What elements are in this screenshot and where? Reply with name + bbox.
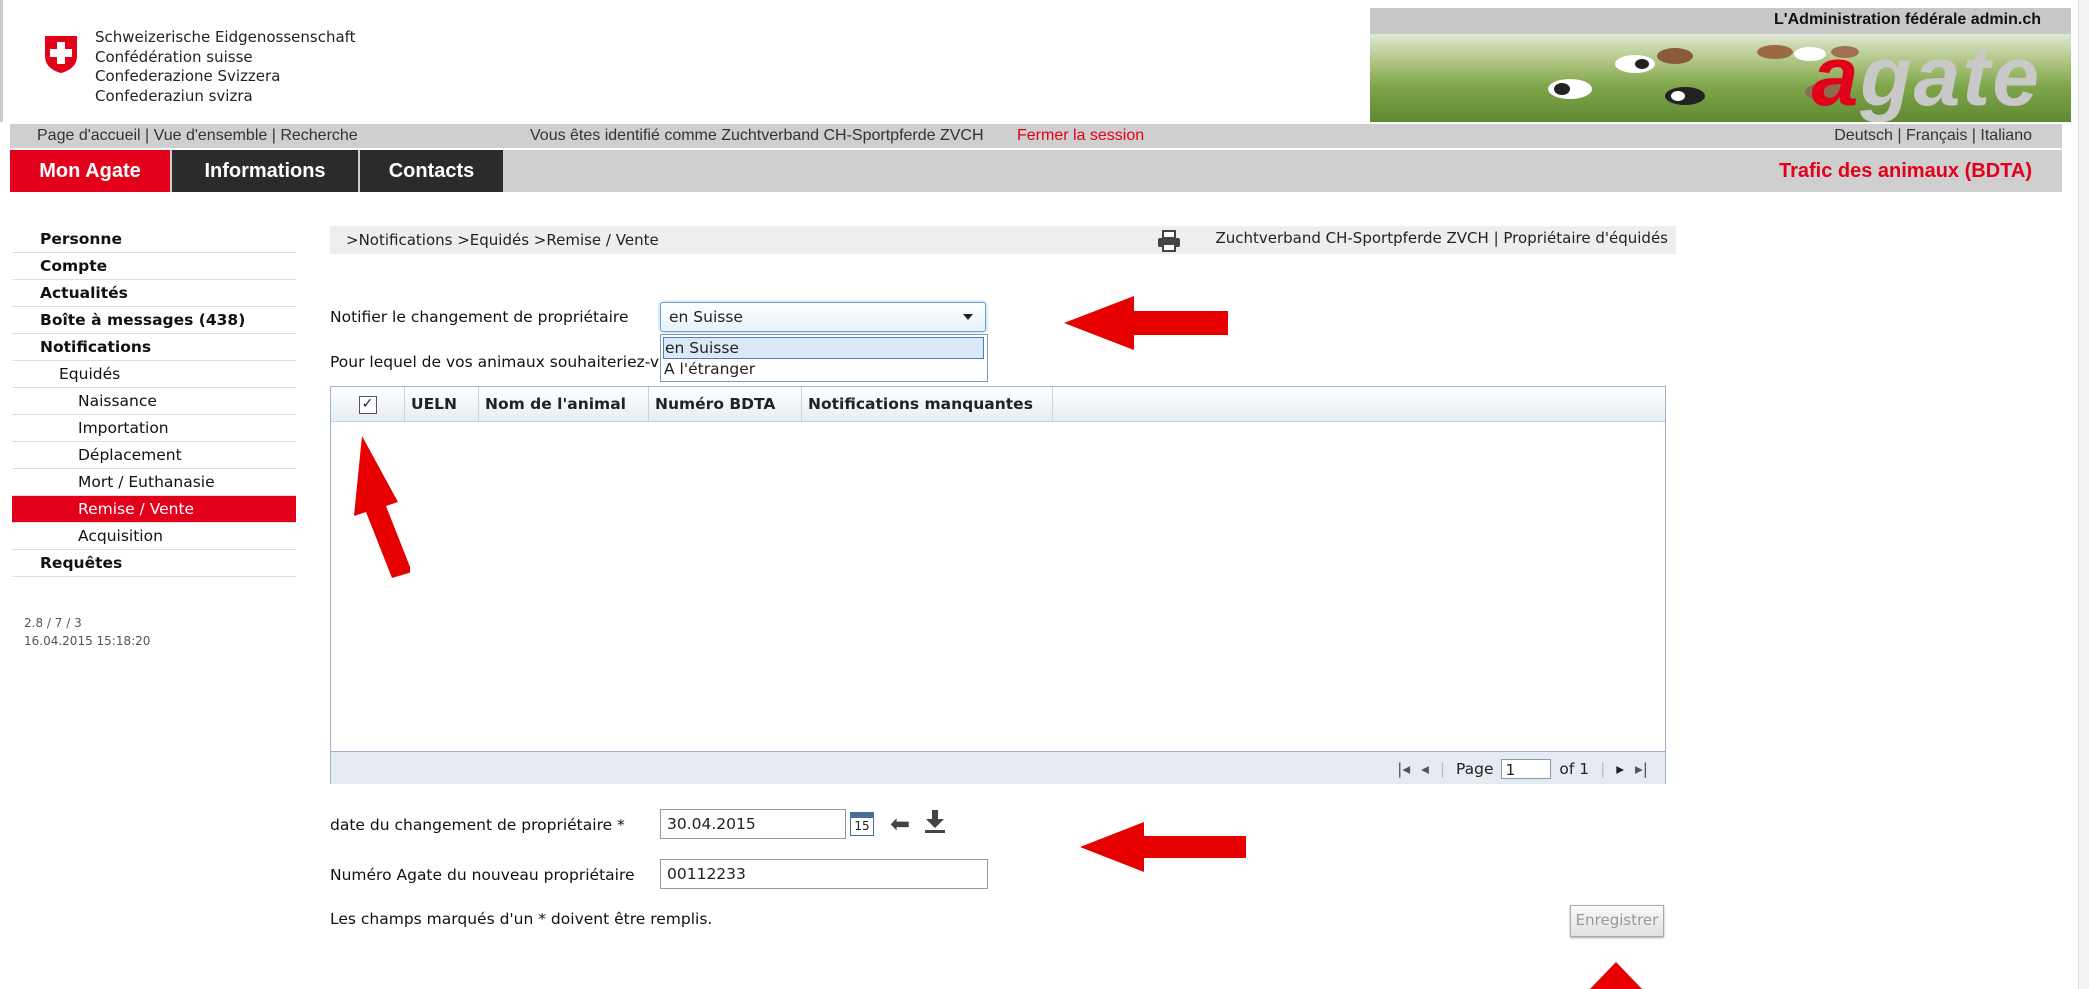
grid-header: ✓ UELN Nom de l'animal Numéro BDTA Notif… [331, 387, 1665, 422]
required-note: Les champs marqués d'un * doivent être r… [330, 910, 713, 928]
chevron-down-icon [963, 314, 973, 320]
sidebar-item-deplacement[interactable]: Déplacement [12, 442, 296, 469]
owner-info: Zuchtverband CH-Sportpferde ZVCH | Propr… [1215, 229, 1668, 247]
sidebar-item-remise-vente[interactable]: Remise / Vente [12, 496, 296, 523]
sidebar-item-requetes[interactable]: Requêtes [12, 550, 296, 577]
admin-link[interactable]: L'Administration fédérale admin.ch [1774, 11, 2041, 29]
column-animal-name[interactable]: Nom de l'animal [479, 387, 649, 421]
destination-select[interactable]: en Suisse [660, 302, 986, 332]
page-header: Schweizerische Eidgenossenschaft Confédé… [0, 0, 2073, 122]
column-missing-notifications-label: Notifications manquantes [802, 387, 1053, 421]
sidebar-item-notifications[interactable]: Notifications [12, 334, 296, 361]
quick-links: Page d'accueil | Vue d'ensemble | Recher… [37, 127, 358, 144]
page-label: Page [1456, 759, 1494, 778]
lang-fr-link[interactable]: Français [1906, 127, 1967, 144]
option-etranger[interactable]: A l'étranger [664, 359, 755, 379]
pager-controls: |◂ ◂ | Page 1 of 1 | ▸ ▸| [1394, 757, 1651, 779]
next-page-icon[interactable]: ▸ [1616, 758, 1624, 780]
animals-grid: ✓ UELN Nom de l'animal Numéro BDTA Notif… [330, 386, 1666, 784]
notify-label: Notifier le changement de propriétaire [330, 308, 629, 326]
top-navigation: Page d'accueil | Vue d'ensemble | Recher… [10, 124, 2062, 148]
column-missing-notifications[interactable]: Notifications manquantes [802, 387, 1374, 421]
agate-number-label: Numéro Agate du nouveau propriétaire [330, 866, 635, 884]
fed-name-rm: Confederaziun svizra [95, 86, 253, 105]
annotation-arrow-left-icon [1064, 296, 1228, 350]
printer-icon[interactable] [1156, 230, 1182, 252]
sidebar-item-personne[interactable]: Personne [12, 226, 296, 253]
annotation-arrow-up-icon [354, 436, 410, 578]
agate-logo-rest: gate [1860, 34, 2041, 122]
sidebar-item-messages[interactable]: Boîte à messages (438) [12, 307, 296, 334]
sidebar-item-naissance[interactable]: Naissance [12, 388, 296, 415]
cows-banner-image: agate [1370, 34, 2071, 122]
lang-de-link[interactable]: Deutsch [1834, 127, 1893, 144]
tab-contacts[interactable]: Contacts [360, 150, 503, 192]
identity-text: Vous êtes identifié comme Zuchtverband C… [530, 127, 984, 144]
download-icon[interactable] [924, 810, 946, 834]
breadcrumb-bar: >Notifications >Equidés >Remise / Vente … [330, 226, 1676, 254]
swiss-cross-icon [45, 36, 77, 73]
logout-link[interactable]: Fermer la session [1017, 127, 1144, 145]
section-title: Trafic des animaux (BDTA) [1778, 160, 2032, 182]
sidebar-menu: Personne Compte Actualités Boîte à messa… [12, 226, 296, 577]
fed-name-de: Schweizerische Eidgenossenschaft [95, 28, 356, 46]
column-ueln[interactable]: UELN [405, 387, 479, 421]
agate-logo-a: a [1811, 34, 1861, 122]
arrow-left-icon[interactable]: ⬅ [890, 812, 910, 836]
select-all-checkbox[interactable]: ✓ [358, 395, 377, 414]
select-all-column: ✓ [331, 387, 405, 421]
grid-pager: |◂ ◂ | Page 1 of 1 | ▸ ▸| [331, 751, 1665, 784]
breadcrumb: >Notifications >Equidés >Remise / Vente [346, 231, 659, 249]
agate-number-input[interactable]: 00112233 [660, 859, 988, 889]
sidebar-item-acquisition[interactable]: Acquisition [12, 523, 296, 550]
home-link[interactable]: Page d'accueil [37, 127, 141, 144]
first-page-icon[interactable]: |◂ [1397, 758, 1410, 780]
tab-mon-agate[interactable]: Mon Agate [10, 150, 170, 192]
date-input[interactable]: 30.04.2015 [660, 809, 846, 839]
page-scrollbar[interactable] [2078, 0, 2089, 989]
admin-bar: L'Administration fédérale admin.ch [1370, 8, 2071, 34]
search-link[interactable]: Recherche [280, 127, 357, 144]
fed-name-fr: Confédération suisse [95, 47, 253, 66]
tab-informations[interactable]: Informations [172, 150, 358, 192]
language-switcher: Deutsch | Français | Italiano [1834, 127, 2032, 144]
option-en-suisse[interactable]: en Suisse [663, 337, 984, 359]
column-bdta-number[interactable]: Numéro BDTA [649, 387, 802, 421]
version-info: 2.8 / 7 / 3 16.04.2015 15:18:20 [24, 614, 150, 650]
sidebar-item-actualites[interactable]: Actualités [12, 280, 296, 307]
date-label: date du changement de propriétaire * [330, 816, 625, 834]
calendar-icon[interactable]: 15 [850, 812, 874, 836]
last-page-icon[interactable]: ▸| [1635, 758, 1648, 780]
animals-question: Pour lequel de vos animaux souhaiteriez-… [330, 353, 669, 371]
federation-names: Schweizerische Eidgenossenschaft Confédé… [95, 28, 356, 106]
version-timestamp: 16.04.2015 15:18:20 [24, 634, 151, 648]
destination-dropdown: en Suisse A l'étranger [660, 334, 988, 382]
page-of-label: of 1 [1559, 759, 1590, 778]
save-button[interactable]: Enregistrer [1570, 905, 1664, 937]
annotation-arrow-up-icon-2 [1590, 962, 1642, 989]
overview-link[interactable]: Vue d'ensemble [154, 127, 268, 144]
sidebar-item-equides[interactable]: Equidés [12, 361, 296, 388]
select-value: en Suisse [669, 308, 743, 326]
version-number: 2.8 / 7 / 3 [24, 616, 82, 630]
fed-name-it: Confederazione Svizzera [95, 67, 281, 85]
sidebar-item-mort[interactable]: Mort / Euthanasie [12, 469, 296, 496]
lang-it-link[interactable]: Italiano [1980, 127, 2032, 144]
sidebar-item-importation[interactable]: Importation [12, 415, 296, 442]
agate-logo: agate [1812, 34, 2041, 118]
calendar-day: 15 [854, 819, 870, 833]
page-number-input[interactable]: 1 [1501, 758, 1552, 779]
pager-separator: | [1439, 759, 1446, 778]
prev-page-icon[interactable]: ◂ [1421, 758, 1429, 780]
sidebar-item-compte[interactable]: Compte [12, 253, 296, 280]
main-tab-bar: Mon Agate Informations Contacts Trafic d… [10, 150, 2062, 192]
annotation-arrow-left-icon-2 [1080, 822, 1246, 872]
pager-separator-2: | [1600, 759, 1606, 778]
